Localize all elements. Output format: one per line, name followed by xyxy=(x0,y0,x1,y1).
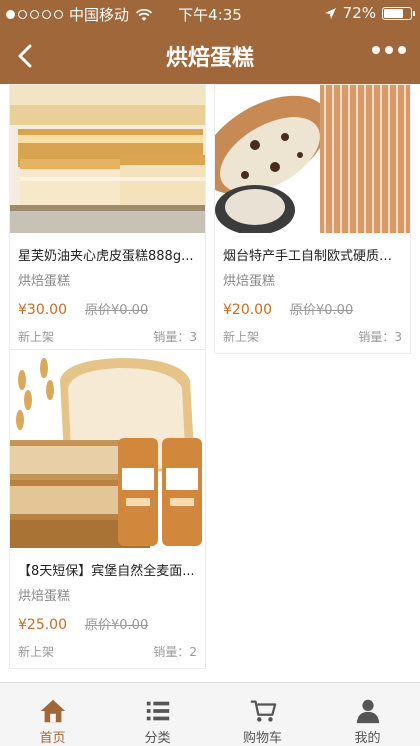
nav-bar: 烘焙蛋糕 xyxy=(0,28,420,84)
tab-profile[interactable]: 我的 xyxy=(315,683,420,746)
battery-icon xyxy=(382,6,415,20)
cart-icon xyxy=(250,700,276,722)
tab-home[interactable]: 首页 xyxy=(0,683,105,746)
more-dots-icon xyxy=(372,46,380,54)
product-name[interactable]: 烟台特产手工自制欧式硬质木... xyxy=(215,233,410,264)
product-category: 烘焙蛋糕 xyxy=(18,589,71,604)
tab-profile-label: 我的 xyxy=(354,731,381,746)
status-right: 72% xyxy=(324,4,415,22)
product-image[interactable] xyxy=(215,85,410,233)
product-original-price: 原价¥0.00 xyxy=(85,618,149,633)
page-title: 烘焙蛋糕 xyxy=(165,46,254,71)
tab-cart-label: 购物车 xyxy=(242,731,282,746)
product-category: 烘焙蛋糕 xyxy=(223,274,276,289)
product-tag: 新上架 xyxy=(18,645,55,659)
location-arrow-icon xyxy=(324,7,336,19)
product-sales: 销量：2 xyxy=(153,645,197,659)
battery-percent: 72% xyxy=(342,4,376,22)
product-name[interactable]: 【8天短保】宾堡自然全麦面... xyxy=(10,548,205,579)
tab-category[interactable]: 分类 xyxy=(105,683,210,746)
tab-home-label: 首页 xyxy=(39,731,66,746)
product-tag: 新上架 xyxy=(223,330,260,344)
status-bar: 中国移动 下午4:35 72% xyxy=(0,0,420,28)
product-sales: 销量：3 xyxy=(358,330,402,344)
product-tag: 新上架 xyxy=(18,330,55,344)
product-card[interactable]: 【8天短保】宾堡自然全麦面... 烘焙蛋糕 ¥25.00 原价¥0.00 新上架… xyxy=(9,349,206,669)
battery-fill xyxy=(384,8,403,18)
product-price: ¥30.00 xyxy=(18,302,67,318)
product-card[interactable]: 烟台特产手工自制欧式硬质木... 烘焙蛋糕 ¥20.00 原价¥0.00 新上架… xyxy=(214,84,411,354)
list-icon xyxy=(146,701,169,721)
tab-cart[interactable]: 购物车 xyxy=(210,683,315,746)
product-card[interactable]: 星芙奶油夹心虎皮蛋糕888g... 烘焙蛋糕 ¥30.00 原价¥0.00 新上… xyxy=(9,84,206,354)
product-name[interactable]: 星芙奶油夹心虎皮蛋糕888g... xyxy=(10,233,205,264)
product-price: ¥25.00 xyxy=(18,617,67,633)
tab-bar: 首页 分类 购物车 我的 xyxy=(0,682,420,746)
user-icon xyxy=(356,699,379,724)
product-category: 烘焙蛋糕 xyxy=(18,274,71,289)
tab-category-label: 分类 xyxy=(144,731,171,746)
product-sales: 销量：3 xyxy=(153,330,197,344)
product-image[interactable] xyxy=(10,350,205,548)
more-button[interactable] xyxy=(372,46,406,54)
product-original-price: 原价¥0.00 xyxy=(290,303,354,318)
home-icon xyxy=(40,699,65,723)
product-price: ¥20.00 xyxy=(223,302,272,318)
product-image[interactable] xyxy=(10,85,205,233)
product-list[interactable]: 星芙奶油夹心虎皮蛋糕888g... 烘焙蛋糕 ¥30.00 原价¥0.00 新上… xyxy=(0,84,420,682)
product-original-price: 原价¥0.00 xyxy=(85,303,149,318)
